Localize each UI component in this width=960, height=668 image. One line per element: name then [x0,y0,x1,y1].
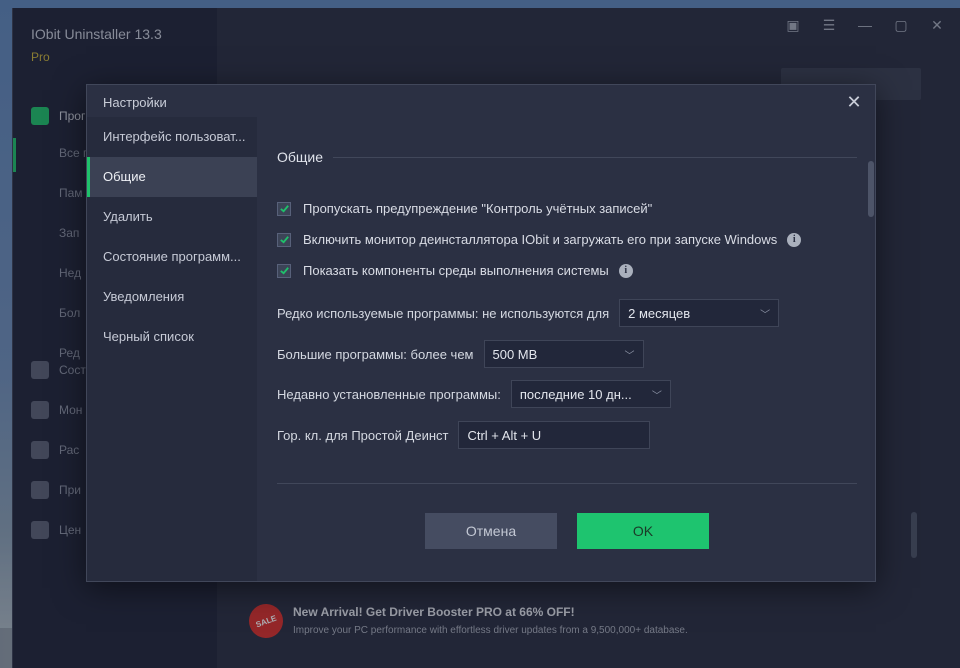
select-value: 500 MB [492,346,538,362]
chevron-down-icon: ﹀ [651,390,662,402]
checkbox-runtime-components[interactable]: Показать компоненты среды выполнения сис… [277,263,633,278]
nav-item-uninstall[interactable]: Удалить [87,197,257,237]
checkbox-uninstall-monitor[interactable]: Включить монитор деинсталлятора IObit и … [277,232,802,247]
select-value: последние 10 дн... [519,386,632,402]
checkmark-icon [279,205,289,213]
close-icon[interactable]: ✕ [843,91,865,113]
hotkey-input[interactable]: Ctrl + Alt + U [458,421,651,449]
dialog-scrollbar[interactable] [868,161,874,217]
checkbox[interactable] [277,263,291,278]
large-programs-row: Большие программы: более чем 500 MB ﹀ [277,340,644,368]
section-header: Общие [277,149,857,165]
chevron-down-icon: ﹀ [624,350,635,362]
settings-content: Общие Пропускать предупреждение "Контрол… [277,149,857,449]
chevron-down-icon: ﹀ [760,309,771,321]
rarely-used-select[interactable]: 2 месяцев ﹀ [619,299,780,327]
large-programs-label: Большие программы: более чем [277,346,474,362]
recent-programs-row: Недавно установленные программы: последн… [277,380,671,408]
nav-item-general[interactable]: Общие [87,157,257,197]
checkbox-skip-uac[interactable]: Пропускать предупреждение "Контроль учёт… [277,201,652,216]
rarely-used-row: Редко используемые программы: не использ… [277,299,780,327]
checkbox[interactable] [277,201,291,216]
info-icon[interactable]: i [787,232,802,247]
checkbox-label: Включить монитор деинсталлятора IObit и … [303,232,778,247]
dialog-title: Настройки [103,95,167,110]
ok-button[interactable]: OK [577,513,709,549]
nav-item-program-status[interactable]: Состояние программ... [87,237,257,277]
checkmark-icon [279,236,289,244]
rarely-used-label: Редко используемые программы: не использ… [277,305,610,321]
checkbox-label: Пропускать предупреждение "Контроль учёт… [303,201,653,216]
checkbox-label: Показать компоненты среды выполнения сис… [303,263,609,278]
recent-programs-select[interactable]: последние 10 дн... ﹀ [510,380,671,408]
hotkey-row: Гор. кл. для Простой Деинст Ctrl + Alt +… [277,421,651,449]
nav-item-notifications[interactable]: Уведомления [87,277,257,317]
hotkey-label: Гор. кл. для Простой Деинст [277,427,449,443]
section-title: Общие [277,149,324,165]
checkmark-icon [279,267,289,275]
checkbox[interactable] [277,232,291,247]
cancel-button[interactable]: Отмена [425,513,557,549]
footer-divider [277,483,857,484]
nav-item-interface[interactable]: Интерфейс пользоват... [87,117,257,157]
select-value: 2 месяцев [628,305,691,321]
settings-dialog: Настройки ✕ Интерфейс пользоват... Общие… [86,84,876,582]
section-divider [333,156,857,158]
info-icon[interactable]: i [618,263,633,278]
settings-nav: Интерфейс пользоват... Общие Удалить Сос… [87,117,257,581]
large-programs-select[interactable]: 500 MB ﹀ [483,340,644,368]
recent-programs-label: Недавно установленные программы: [277,386,501,402]
nav-item-blacklist[interactable]: Черный список [87,317,257,357]
